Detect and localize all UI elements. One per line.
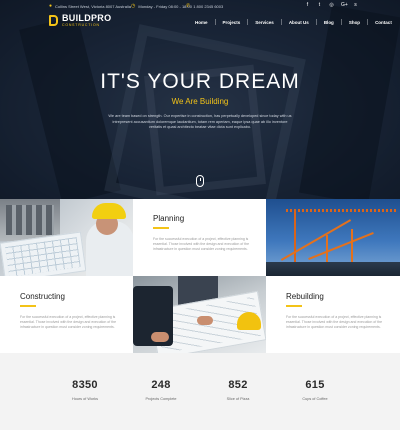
google-plus-icon[interactable]: G+ (341, 2, 348, 8)
stat-value: 8350 (72, 379, 98, 391)
skype-icon[interactable]: s (353, 2, 358, 8)
stat-projects-complete: 248 Projects Complete (131, 379, 191, 401)
architect-photo (0, 199, 133, 276)
address-info: ● Collins Street West, Victoria 8007 Aus… (49, 3, 131, 9)
title-underline (20, 305, 36, 307)
nav-divider (367, 19, 369, 25)
brand-name: BUILDPRO (62, 13, 112, 23)
facebook-icon[interactable]: f (305, 2, 310, 8)
nav-divider (315, 19, 317, 25)
stat-value: 248 (151, 379, 171, 391)
main-nav: Home Projects Services About Us Blog Sho… (195, 19, 392, 25)
service-card-planning: Planning For the successful execution of… (133, 199, 266, 276)
nav-services[interactable]: Services (255, 20, 274, 25)
nav-divider (340, 19, 342, 25)
blueprints-photo (133, 276, 266, 353)
service-title: Rebuilding (286, 292, 324, 301)
hours-text: Monday - Friday 08:00 - 18:00 (138, 3, 192, 9)
hours-info: ◷ Monday - Friday 08:00 - 18:00 (131, 3, 192, 9)
page: ● Collins Street West, Victoria 8007 Aus… (0, 0, 400, 430)
title-underline (286, 305, 302, 307)
nav-contact[interactable]: Contact (375, 20, 392, 25)
scroll-down-icon[interactable] (196, 175, 204, 187)
logo-b-icon (49, 15, 58, 26)
skyline-shape (266, 262, 400, 276)
stats-section: 8350 Hours of Works 248 Projects Complet… (0, 353, 400, 430)
service-card-constructing: Constructing For the successful executio… (0, 276, 133, 353)
nav-divider (280, 19, 282, 25)
nav-about-us[interactable]: About Us (289, 20, 309, 25)
header: ● Collins Street West, Victoria 8007 Aus… (0, 0, 400, 30)
rss-icon[interactable]: ◎ (329, 2, 334, 8)
nav-projects[interactable]: Projects (223, 20, 241, 25)
nav-blog[interactable]: Blog (324, 20, 334, 25)
crane-mast (294, 209, 297, 269)
hand-shape (197, 316, 213, 325)
hero-description: We are team based on strength. Our exper… (108, 114, 292, 129)
address-text: Collins Street West, Victoria 8007 Austr… (55, 3, 131, 9)
hero-title: IT'S YOUR DREAM (100, 70, 300, 93)
service-title: Constructing (20, 292, 65, 301)
clock-icon: ◷ (131, 3, 136, 9)
nav-divider (214, 19, 216, 25)
logo[interactable]: BUILDPRO CONSTRUCTION (49, 14, 111, 27)
hard-hat-shape (237, 312, 261, 330)
stat-hours-of-works: 8350 Hours of Works (55, 379, 115, 401)
hero-subtitle: We Are Building (171, 97, 229, 106)
service-card-rebuilding: Rebuilding For the successful execution … (266, 276, 400, 353)
crane-photo (266, 199, 400, 276)
service-title: Planning (153, 214, 185, 223)
phone-icon: ✆ (186, 3, 191, 9)
service-text: For the successful execution of a projec… (20, 315, 117, 330)
service-text: For the successful execution of a projec… (153, 237, 250, 252)
stat-label: Hours of Works (71, 397, 99, 401)
stat-label: Projects Complete (145, 397, 177, 401)
hero-section: ● Collins Street West, Victoria 8007 Aus… (0, 0, 400, 199)
stat-slice-of-pizza: 852 Slice of Pizza (208, 379, 268, 401)
map-pin-icon: ● (49, 3, 53, 9)
crane-jib (286, 209, 396, 212)
title-underline (153, 227, 169, 229)
brand-tagline: CONSTRUCTION (62, 23, 100, 27)
hard-hat-shape (92, 203, 126, 219)
phone-text: 1 800 2345 6003 (193, 3, 224, 9)
nav-divider (247, 19, 249, 25)
phone-info: ✆ 1 800 2345 6003 (186, 3, 223, 9)
stat-label: Cups of Coffee (302, 397, 328, 401)
nav-home[interactable]: Home (195, 20, 208, 25)
stat-value: 852 (228, 379, 248, 391)
twitter-icon[interactable]: t (317, 2, 322, 8)
social-links: f t ◎ G+ s (305, 2, 365, 8)
service-text: For the successful execution of a projec… (286, 315, 383, 330)
stat-cups-of-coffee: 615 Cups of Coffee (285, 379, 345, 401)
stat-label: Slice of Pizza (226, 397, 250, 401)
nav-shop[interactable]: Shop (349, 20, 360, 25)
hand-shape (151, 332, 169, 342)
stat-value: 615 (305, 379, 325, 391)
